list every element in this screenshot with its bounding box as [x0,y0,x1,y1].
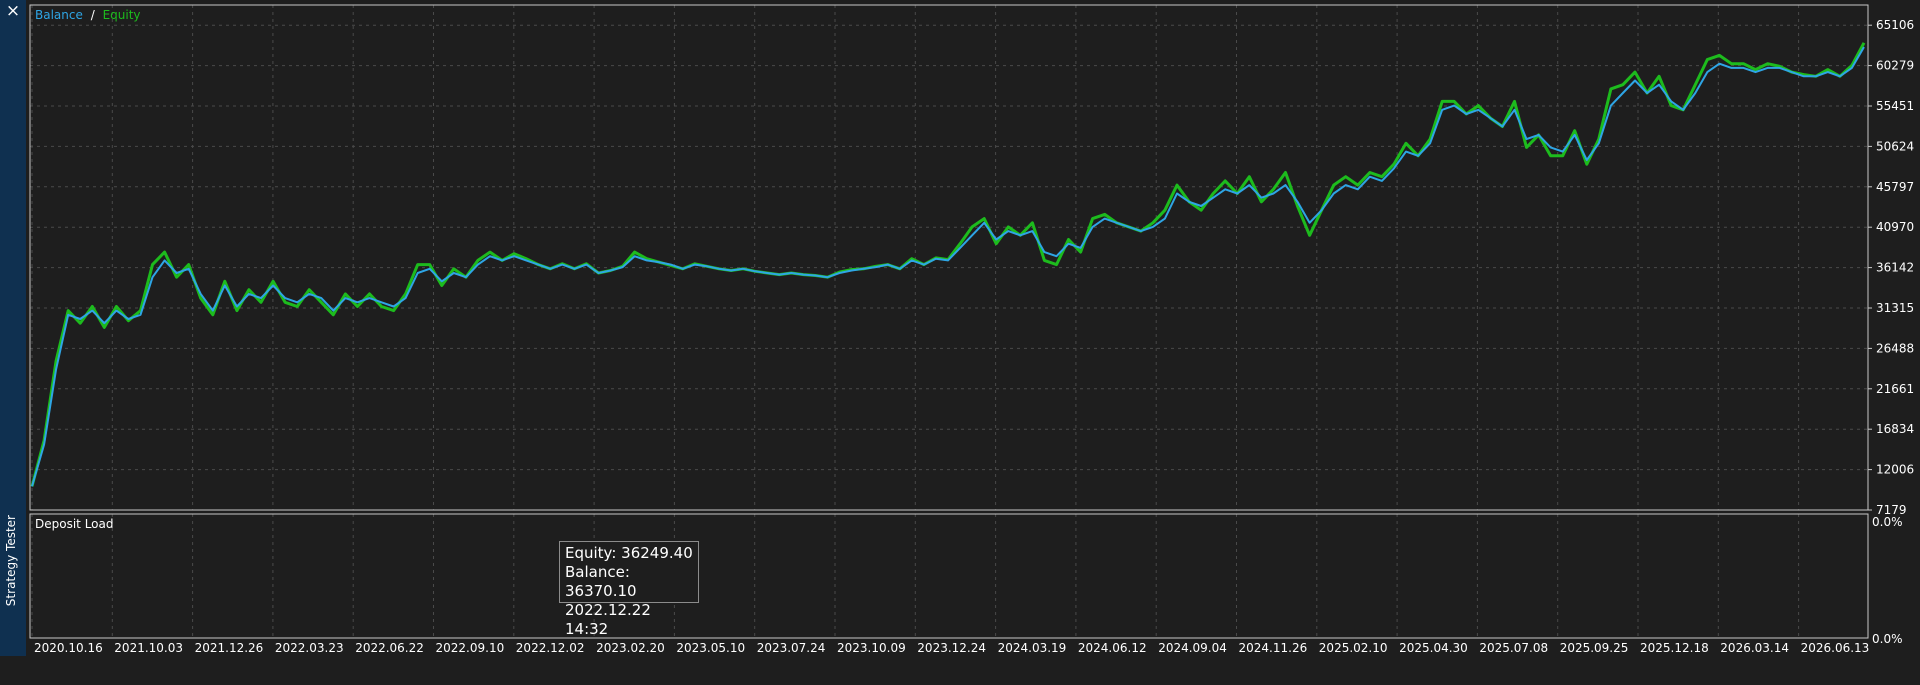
y-tick-label: 12006 [1876,463,1914,477]
x-tick-label: 2023.07.24 [757,641,826,655]
x-tick-label: 2025.02.10 [1319,641,1388,655]
x-tick-label: 2023.05.10 [676,641,745,655]
y-tick-label: 55451 [1876,99,1914,113]
y-tick-label: 36142 [1876,261,1914,275]
x-tick-label: 2024.11.26 [1239,641,1308,655]
legend-separator: / [91,8,96,22]
y-tick-label: 26488 [1876,341,1914,355]
x-axis: 2020.10.16 2021.10.03 2021.12.26 2022.03.23… [34,641,1869,655]
x-tick-label: 2022.06.22 [355,641,424,655]
x-tick-label: 2025.07.08 [1479,641,1548,655]
y-tick-label: 65106 [1876,18,1914,32]
chart-background [26,0,1920,656]
deposit-load-title: Deposit Load [35,517,113,531]
close-icon[interactable]: × [3,0,23,22]
deposit-top-value: 0.0% [1872,515,1903,529]
x-tick-label: 2026.03.14 [1720,641,1789,655]
y-tick-label: 60279 [1876,59,1914,73]
y-tick-label: 31315 [1876,301,1914,315]
x-tick-label: 2023.12.24 [917,641,986,655]
x-tick-label: 2024.09.04 [1158,641,1227,655]
x-tick-label: 2025.09.25 [1560,641,1629,655]
chart-svg: 65106 60279 55451 50624 45797 40970 36142 31315… [26,0,1920,656]
tooltip-time: 2022.12.22 14:32 [565,601,651,638]
x-tick-label: 2020.10.16 [34,641,103,655]
tooltip: Equity: 36249.40 Balance: 36370.10 2022.… [559,541,699,638]
x-tick-label: 2023.02.20 [596,641,665,655]
x-tick-label: 2024.06.12 [1078,641,1147,655]
x-tick-label: 2021.12.26 [195,641,264,655]
x-tick-label: 2022.12.02 [516,641,585,655]
x-tick-label: 2025.04.30 [1399,641,1468,655]
y-tick-label: 21661 [1876,382,1914,396]
side-panel-title: Strategy Tester [4,515,18,607]
x-tick-label: 2024.03.19 [998,641,1067,655]
y-tick-label: 40970 [1876,220,1914,234]
side-panel: × Strategy Tester [0,0,26,656]
x-tick-label: 2025.12.18 [1640,641,1709,655]
legend-balance: Balance [35,8,83,22]
y-tick-label: 16834 [1876,422,1914,436]
legend-equity: Equity [103,8,141,22]
tooltip-equity: Equity: 36249.40 [565,544,693,562]
y-tick-label: 45797 [1876,180,1914,194]
deposit-bottom-value: 0.0% [1872,632,1903,646]
chart-area: 65106 60279 55451 50624 45797 40970 36142 31315… [26,0,1920,656]
x-tick-label: 2021.10.03 [114,641,183,655]
y-tick-label: 50624 [1876,139,1914,153]
x-tick-label: 2026.06.13 [1801,641,1870,655]
tooltip-balance: Balance: 36370.10 [565,563,637,600]
x-tick-label: 2022.09.10 [436,641,505,655]
x-tick-label: 2023.10.09 [837,641,906,655]
x-tick-label: 2022.03.23 [275,641,344,655]
